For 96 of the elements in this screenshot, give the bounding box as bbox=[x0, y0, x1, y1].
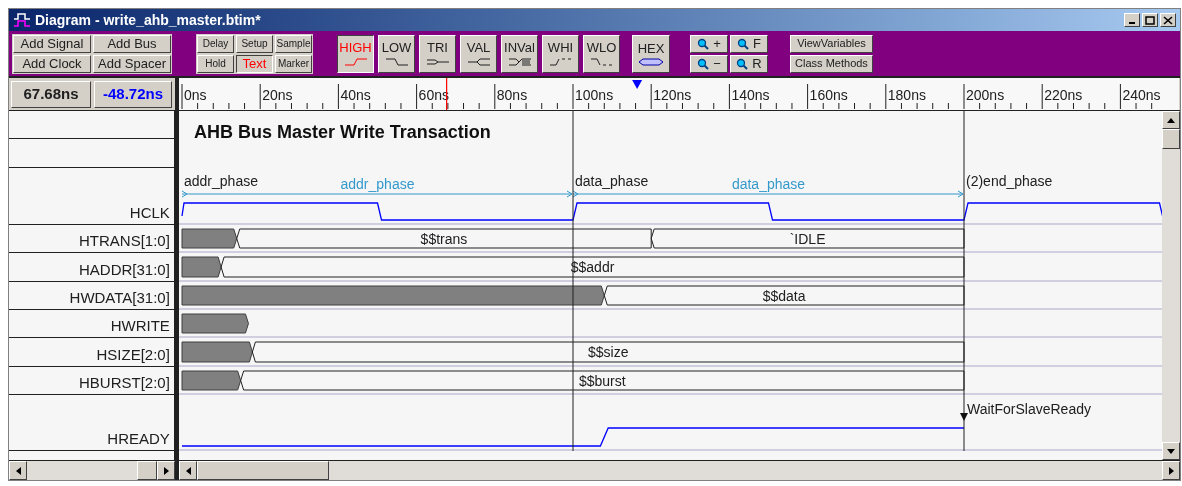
delta-time-readout: -48.72ns bbox=[94, 80, 172, 108]
waveform-icon bbox=[13, 12, 31, 28]
signal-name[interactable]: HSIZE[2:0] bbox=[96, 344, 170, 366]
timing-tool-button[interactable]: Hold bbox=[197, 54, 234, 73]
left-arrow-icon bbox=[15, 466, 21, 475]
wait-marker-label: WaitForSlaveReady bbox=[966, 401, 1091, 417]
close-button[interactable] bbox=[1160, 13, 1176, 27]
phase-label: (2)end_phase bbox=[965, 173, 1053, 189]
horizontal-scrollbar[interactable] bbox=[9, 461, 175, 480]
unknown-value-region bbox=[181, 370, 241, 391]
ruler-label: 80ns bbox=[496, 87, 528, 103]
ruler-label: 160ns bbox=[809, 87, 848, 103]
right-arrow-icon bbox=[163, 466, 169, 475]
timing-tool-button[interactable]: Setup bbox=[236, 34, 273, 53]
ruler-label: 100ns bbox=[575, 87, 614, 103]
waveform-tool-button[interactable]: TRI bbox=[419, 34, 456, 73]
minimize-icon bbox=[1129, 22, 1135, 24]
hex-button[interactable]: HEX bbox=[632, 34, 670, 73]
scroll-thumb[interactable] bbox=[1162, 129, 1180, 149]
signal-name[interactable]: HBURST[2:0] bbox=[79, 372, 170, 394]
bus-value: $$trans bbox=[420, 230, 468, 247]
phase-span-label: addr_phase bbox=[340, 176, 415, 192]
class-button[interactable]: Class Methods bbox=[790, 54, 873, 73]
maximize-button[interactable] bbox=[1142, 13, 1158, 27]
vertical-scrollbar[interactable] bbox=[1162, 111, 1180, 460]
waveform-tool-button[interactable]: VAL bbox=[460, 34, 497, 73]
signal-name[interactable]: HADDR[31:0] bbox=[79, 259, 170, 281]
cursor-time-readout: 67.68ns bbox=[11, 80, 91, 108]
magnifier-icon bbox=[697, 37, 710, 50]
bus-value: $$size bbox=[587, 344, 629, 360]
waveform-symbol-icon bbox=[384, 56, 409, 67]
signal-name[interactable]: HCLK bbox=[129, 202, 170, 224]
bus-value: $$addr bbox=[570, 259, 615, 275]
up-arrow-icon bbox=[1167, 117, 1175, 123]
minimize-button[interactable] bbox=[1124, 13, 1140, 27]
timing-tool-button[interactable]: Sample bbox=[275, 34, 312, 53]
ruler-label: 180ns bbox=[887, 87, 926, 103]
ruler-label: 120ns bbox=[653, 87, 692, 103]
bus-value: $$data bbox=[762, 287, 806, 304]
magnifier-icon bbox=[737, 37, 749, 50]
ruler-label: 140ns bbox=[731, 87, 770, 103]
scroll-thumb[interactable] bbox=[197, 461, 329, 480]
ruler-label: 200ns bbox=[966, 87, 1005, 103]
signal-name[interactable]: HWDATA[31:0] bbox=[69, 287, 170, 309]
ruler-label: 20ns bbox=[262, 87, 293, 103]
ruler-label: 0ns bbox=[184, 87, 207, 103]
add-button[interactable]: Add Signal bbox=[13, 34, 91, 53]
down-arrow-icon bbox=[1167, 448, 1175, 454]
unknown-value-region bbox=[181, 256, 222, 278]
maximize-icon bbox=[1145, 15, 1155, 25]
waveform-symbol-icon bbox=[589, 56, 614, 67]
ruler-label: 240ns bbox=[1122, 87, 1161, 103]
unknown-value-region bbox=[181, 228, 238, 249]
waveform-tool-button[interactable]: LOW bbox=[378, 34, 415, 73]
class-button[interactable]: ViewVariables bbox=[790, 34, 873, 53]
phase-label: data_phase bbox=[574, 173, 649, 189]
bus-value: $$burst bbox=[578, 372, 626, 389]
add-button[interactable]: Add Spacer bbox=[93, 54, 171, 73]
waveform-tool-button[interactable]: INVal bbox=[501, 34, 538, 73]
zoom-button[interactable]: R bbox=[730, 54, 768, 73]
magnifier-icon bbox=[736, 57, 749, 70]
zoom-button[interactable]: − bbox=[690, 54, 728, 73]
close-icon bbox=[1163, 15, 1173, 25]
unknown-value-region bbox=[181, 341, 253, 363]
right-arrow-icon bbox=[1168, 466, 1174, 475]
waveform-symbol-icon bbox=[425, 56, 450, 67]
signal-name[interactable]: HREADY bbox=[107, 428, 170, 450]
marker-triangle bbox=[632, 80, 643, 89]
zoom-button[interactable]: F bbox=[730, 34, 768, 53]
signal-name[interactable]: HTRANS[1:0] bbox=[79, 230, 170, 252]
unknown-value-region bbox=[181, 313, 249, 334]
wait-marker-arrow-icon bbox=[959, 413, 968, 421]
waveform-symbol-icon bbox=[507, 56, 532, 67]
window-title: Diagram - write_ahb_master.btim* bbox=[35, 10, 261, 30]
waveform-symbol-icon bbox=[548, 56, 573, 67]
diagram-title: AHB Bus Master Write Transaction bbox=[193, 122, 491, 142]
waveform-symbol-icon bbox=[343, 56, 368, 67]
waveform-tool-button[interactable]: WLO bbox=[583, 34, 620, 73]
horizontal-scrollbar[interactable] bbox=[179, 461, 1180, 480]
ruler-label: 220ns bbox=[1044, 87, 1083, 103]
ruler-label: 40ns bbox=[340, 87, 371, 103]
timing-tool-button[interactable]: Delay bbox=[197, 34, 234, 53]
zoom-button[interactable]: + bbox=[690, 34, 728, 53]
timing-tool-button[interactable]: Marker bbox=[275, 54, 312, 73]
scroll-thumb[interactable] bbox=[137, 461, 157, 480]
waveform-symbol-icon bbox=[466, 56, 491, 67]
bus-value: `IDLE bbox=[789, 230, 826, 247]
hex-symbol-icon bbox=[638, 57, 664, 66]
magnifier-icon bbox=[697, 57, 710, 70]
add-button[interactable]: Add Clock bbox=[13, 54, 91, 73]
phase-span-label: data_phase bbox=[731, 176, 805, 192]
signal-name[interactable]: HWRITE bbox=[110, 315, 170, 337]
phase-label: addr_phase bbox=[183, 173, 258, 189]
add-button[interactable]: Add Bus bbox=[93, 34, 171, 53]
waveform-tool-button[interactable]: WHI bbox=[542, 34, 579, 73]
left-arrow-icon bbox=[185, 466, 191, 475]
